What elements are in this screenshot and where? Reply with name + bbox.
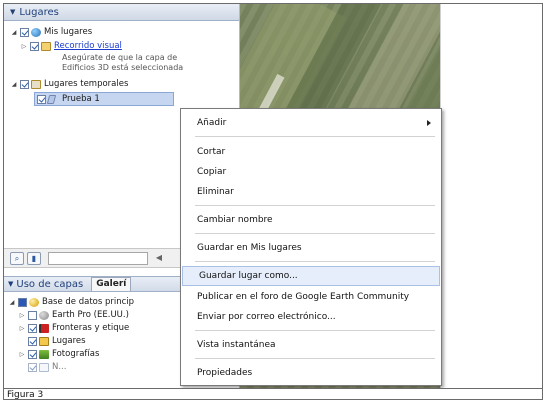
checkbox[interactable] [18, 297, 27, 307]
tab-gallery[interactable]: Galerí [91, 277, 132, 291]
folder-icon [31, 79, 41, 89]
layers-panel-title: Uso de capas [16, 278, 84, 290]
places-panel-header[interactable]: ▼ Lugares [4, 4, 239, 21]
collapse-triangle-icon[interactable]: ▼ [10, 8, 15, 16]
layer-item[interactable]: ▷ Earth Pro (EE.UU.) [18, 309, 129, 321]
checkbox[interactable] [28, 323, 37, 333]
expand-icon[interactable]: ◢ [10, 29, 18, 36]
folder-icon [41, 41, 51, 51]
blank-area [440, 4, 542, 388]
menu-item-label: Copiar [197, 167, 227, 177]
layer-item-label: Earth Pro (EE.UU.) [52, 310, 129, 320]
photo-icon [39, 349, 49, 359]
tree-item-my-places[interactable]: ◢ Mis lugares [10, 26, 92, 38]
expand-icon[interactable]: ▷ [18, 325, 26, 332]
expand-icon[interactable]: ◢ [8, 299, 16, 306]
tree-item-label: Mis lugares [44, 27, 93, 37]
expand-icon[interactable]: ▷ [20, 43, 28, 50]
menu-item-label: Cortar [197, 147, 226, 157]
menu-separator [195, 261, 435, 262]
menu-item-save-to-my-places[interactable]: Guardar en Mis lugares [181, 238, 441, 258]
layer-item-label: Fotografías [52, 349, 100, 359]
placemark-icon [46, 94, 57, 104]
expand-icon[interactable]: ▷ [18, 312, 26, 319]
menu-item-label: Guardar lugar como... [199, 271, 298, 281]
menu-separator [195, 136, 435, 137]
layer-item-label: Fronteras y etique [52, 323, 130, 333]
layer-item[interactable]: ▷ Fronteras y etique [18, 322, 130, 334]
menu-item-label: Enviar por correo electrónico... [197, 312, 336, 322]
search-icon[interactable]: ⌕ [10, 252, 24, 265]
menu-item-delete[interactable]: Eliminar [181, 182, 441, 202]
checkbox[interactable] [37, 94, 46, 104]
checkbox[interactable] [20, 79, 29, 89]
menu-item-label: Cambiar nombre [197, 215, 273, 225]
menu-item-label: Añadir [197, 118, 227, 128]
menu-separator [195, 358, 435, 359]
menu-item-save-place-as[interactable]: Guardar lugar como... [182, 266, 440, 286]
expand-icon[interactable]: ◢ [10, 81, 18, 88]
figure-caption: Figura 3 [4, 388, 542, 399]
panel-toggle-icon[interactable]: ▮ [27, 252, 41, 265]
arrow-left-icon[interactable]: ◀ [152, 252, 166, 265]
flag-icon [39, 323, 49, 333]
layer-item-label: Base de datos princip [42, 297, 135, 307]
layer-item-label: N... [52, 362, 67, 372]
places-filter-input[interactable] [48, 252, 148, 265]
menu-item-rename[interactable]: Cambiar nombre [181, 210, 441, 230]
context-menu: Añadir Cortar Copiar Eliminar Cambiar no… [180, 108, 442, 386]
checkbox[interactable] [28, 349, 37, 359]
globe-icon [39, 310, 49, 320]
layer-icon [39, 362, 49, 372]
menu-item-properties[interactable]: Propiedades [181, 363, 441, 383]
place-icon [39, 336, 49, 346]
globe-icon [29, 297, 39, 307]
menu-item-add[interactable]: Añadir [181, 113, 441, 133]
menu-separator [195, 330, 435, 331]
globe-icon [31, 27, 41, 37]
layer-item[interactable]: Lugares [26, 335, 86, 347]
sightseeing-description: Asegúrate de que la capa de Edificios 3D… [62, 53, 183, 73]
menu-item-copy[interactable]: Copiar [181, 162, 441, 182]
menu-item-label: Publicar en el foro de Google Earth Comm… [197, 292, 410, 302]
sightseeing-link[interactable]: Recorrido visual [54, 41, 122, 51]
layer-item[interactable]: ▷ Fotografías [18, 348, 100, 360]
layer-item[interactable]: ◢ Base de datos princip [8, 296, 134, 308]
checkbox[interactable] [20, 27, 29, 37]
menu-item-label: Propiedades [197, 368, 253, 378]
checkbox[interactable] [28, 362, 37, 372]
tree-item-label: Lugares temporales [44, 79, 129, 89]
collapse-triangle-icon[interactable]: ▼ [8, 280, 13, 288]
menu-item-snapshot-view[interactable]: Vista instantánea [181, 335, 441, 355]
menu-item-label: Vista instantánea [197, 340, 276, 350]
description-line: Asegúrate de que la capa de [62, 53, 178, 62]
places-panel-title: Lugares [19, 6, 59, 18]
menu-item-publish-forum[interactable]: Publicar en el foro de Google Earth Comm… [181, 287, 441, 307]
menu-item-email[interactable]: Enviar por correo electrónico... [181, 307, 441, 327]
tree-item-sightseeing[interactable]: ▷ Recorrido visual [20, 40, 122, 52]
description-line: Edificios 3D está seleccionada [62, 63, 184, 72]
checkbox[interactable] [30, 41, 39, 51]
checkbox[interactable] [28, 336, 37, 346]
menu-item-label: Guardar en Mis lugares [197, 243, 302, 253]
layer-item[interactable]: N... [26, 361, 66, 373]
tree-item-label: Prueba 1 [62, 94, 100, 104]
menu-item-label: Eliminar [197, 187, 234, 197]
menu-separator [195, 233, 435, 234]
menu-item-cut[interactable]: Cortar [181, 142, 441, 162]
tree-item-selected[interactable]: Prueba 1 [34, 92, 174, 106]
submenu-arrow-icon [427, 120, 431, 126]
screenshot-frame: ▼ Lugares ◢ Mis lugares ▷ Recorrido visu… [3, 3, 543, 400]
menu-separator [195, 205, 435, 206]
expand-icon[interactable]: ▷ [18, 351, 26, 358]
checkbox[interactable] [28, 310, 37, 320]
layer-item-label: Lugares [52, 336, 86, 346]
tree-item-temporary-places[interactable]: ◢ Lugares temporales [10, 78, 129, 90]
